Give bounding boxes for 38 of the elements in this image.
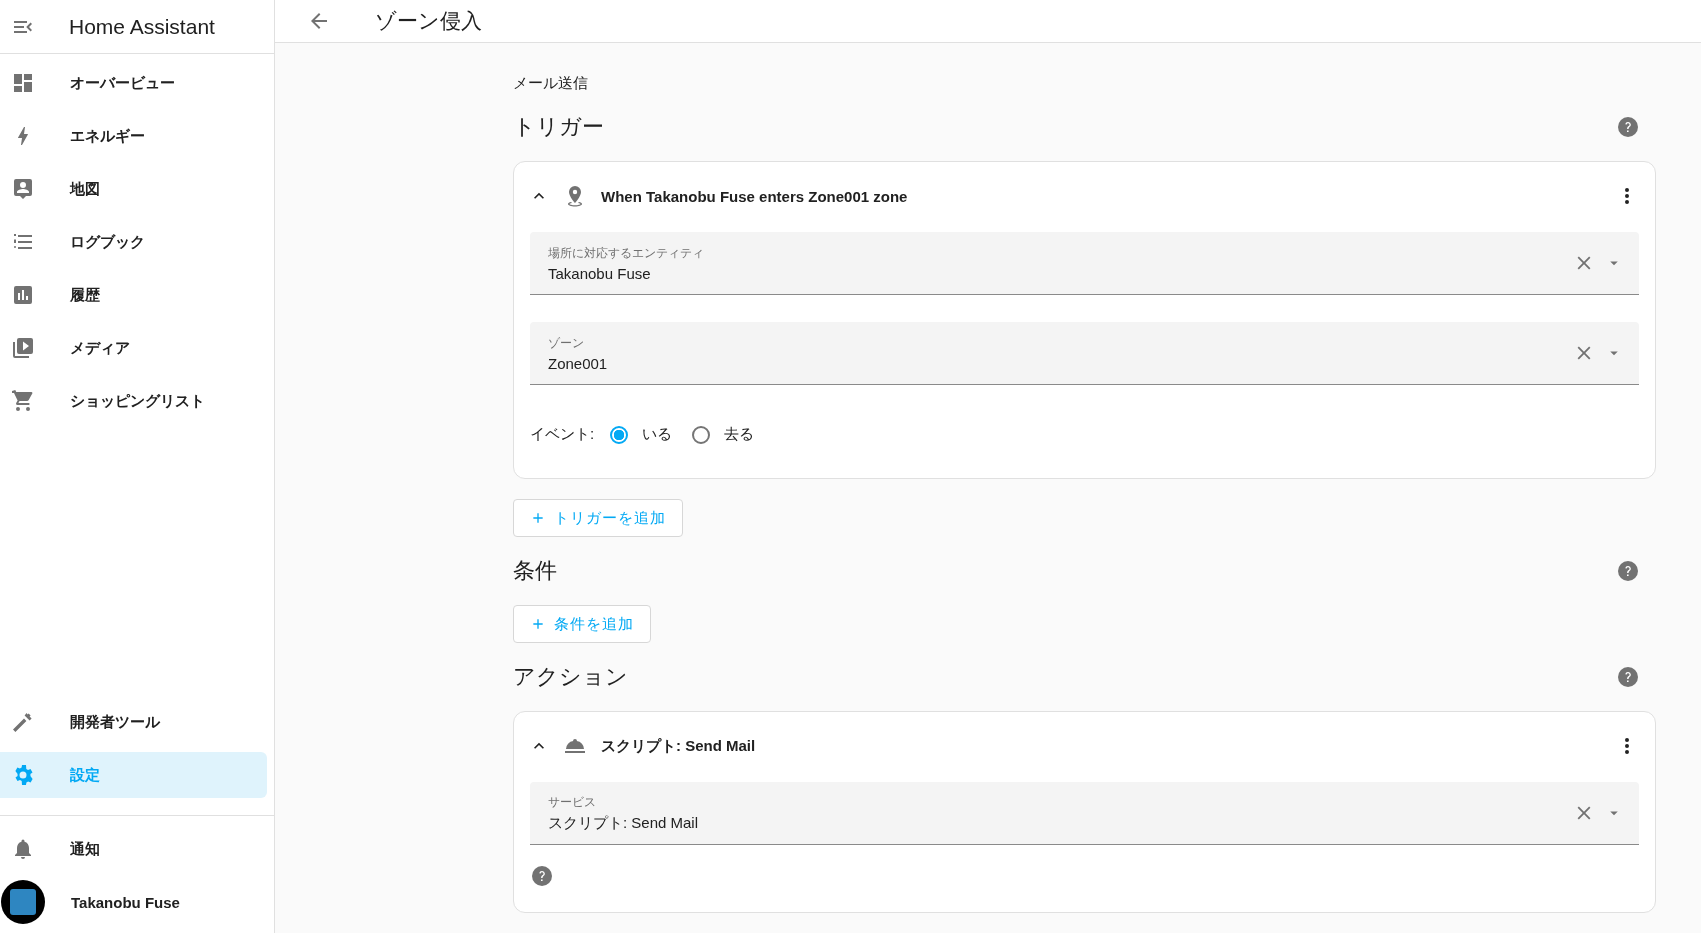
card-title: スクリプト: Send Mail <box>601 736 757 756</box>
notifications-item[interactable]: 通知 <box>0 826 267 872</box>
sidebar-item[interactable]: 履歴 <box>0 272 267 318</box>
card-title: When Takanobu Fuse enters Zone001 zone <box>601 187 909 205</box>
person-pin-icon <box>11 177 35 201</box>
user-item[interactable]: Takanobu Fuse <box>0 879 267 925</box>
radio-button[interactable] <box>692 425 711 444</box>
radio-label[interactable]: 去る <box>724 425 755 444</box>
radio-group-label: イベント: <box>530 425 595 444</box>
sidebar-item[interactable]: ショッピングリスト <box>0 378 267 424</box>
help-icon[interactable] <box>530 864 554 888</box>
radio-label[interactable]: いる <box>642 425 673 444</box>
section-title: アクション <box>513 663 628 691</box>
dashboard-icon <box>11 71 35 95</box>
radio-button[interactable] <box>610 425 629 444</box>
page-title: ゾーン侵入 <box>375 8 482 34</box>
select-field[interactable]: 場所に対応するエンティティ Takanobu Fuse <box>530 232 1639 295</box>
sidebar-item[interactable]: オーバービュー <box>0 60 267 106</box>
help-icon[interactable] <box>1616 559 1640 583</box>
app-title: Home Assistant <box>69 14 215 39</box>
plus-icon <box>530 510 546 526</box>
help-icon[interactable] <box>1616 115 1640 139</box>
sidebar-item[interactable]: 開発者ツール <box>0 699 267 745</box>
sidebar-item[interactable]: メディア <box>0 325 267 371</box>
select-field[interactable]: ゾーン Zone001 <box>530 322 1639 385</box>
sidebar-item[interactable]: エネルギー <box>0 113 267 159</box>
play-icon <box>11 336 35 360</box>
bar-chart-icon <box>11 283 35 307</box>
help-icon[interactable] <box>1616 665 1640 689</box>
select-field[interactable]: サービス スクリプト: Send Mail <box>530 782 1639 845</box>
plus-icon <box>530 616 546 632</box>
automation-name: メール送信 <box>513 74 588 93</box>
section-title: トリガー <box>513 113 604 141</box>
cart-icon <box>11 389 35 413</box>
avatar-icon <box>1 880 45 924</box>
sidebar-item[interactable]: ログブック <box>0 219 267 265</box>
sidebar-item[interactable]: 地図 <box>0 166 267 212</box>
section-title: 条件 <box>513 557 557 585</box>
